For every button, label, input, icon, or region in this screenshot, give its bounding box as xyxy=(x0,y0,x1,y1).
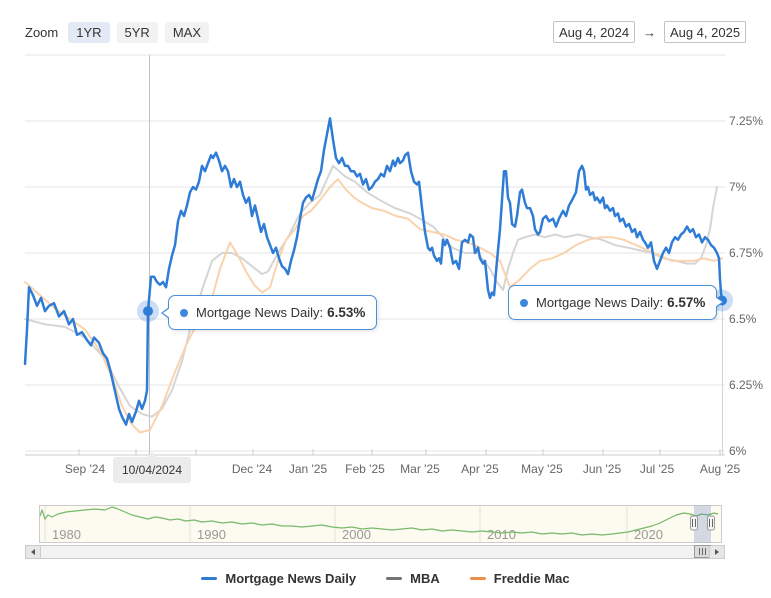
x-axis-label: May '25 xyxy=(521,462,563,476)
date-to-input[interactable] xyxy=(664,21,746,43)
tooltip-mortgage-news-daily-2: Mortgage News Daily: 6.57% xyxy=(508,285,725,320)
tooltip-mortgage-news-daily-1: Mortgage News Daily: 6.53% xyxy=(160,295,378,330)
y-axis-label: 6.25% xyxy=(729,378,763,392)
navigator-year-label: 1990 xyxy=(197,527,226,542)
right-arrow-icon xyxy=(715,549,719,555)
x-axis-label: Sep '24 xyxy=(65,462,106,476)
legend-line-icon xyxy=(201,577,218,580)
navigator-area[interactable] xyxy=(39,505,722,543)
legend-item-freddie-mac[interactable]: Freddie Mac xyxy=(469,571,570,586)
tooltip-series-dot-icon xyxy=(180,308,188,317)
date-range-arrow: → xyxy=(643,24,656,40)
y-axis-label: 6.5% xyxy=(729,312,757,326)
x-axis-label: Jun '25 xyxy=(583,462,622,476)
x-axis-label: Feb '25 xyxy=(345,462,385,476)
scrollbar-right-button[interactable] xyxy=(709,546,724,558)
chart-legend: Mortgage News Daily MBA Freddie Mac xyxy=(0,571,771,586)
zoom-button-max[interactable]: MAX xyxy=(164,21,209,43)
navigator-handle-left[interactable] xyxy=(690,515,698,531)
series-line-mortgage-news-daily xyxy=(23,117,724,426)
y-axis-label: 6% xyxy=(729,444,747,458)
mortgage-rates-chart-app: 7.25% 7% 6.75% 6.5% 6.25% 6% Sep '24 Dec '24 Jan… xyxy=(0,0,771,598)
x-axis-label: Apr '25 xyxy=(461,462,499,476)
navigator-year-label: 2010 xyxy=(487,527,516,542)
tooltip-series-dot-icon xyxy=(520,298,528,307)
zoom-range-buttons: 1YR 5YR MAX xyxy=(68,21,209,43)
legend-line-icon xyxy=(386,577,403,580)
crosshair-date-label: 10/04/2024 xyxy=(113,452,191,483)
y-axis-label: 6.75% xyxy=(729,246,763,260)
navigator-year-label: 1980 xyxy=(52,527,81,542)
toolbar: Zoom 1YR 5YR MAX → xyxy=(25,20,746,44)
legend-line-icon xyxy=(469,577,486,580)
legend-item-mortgage-news-daily[interactable]: Mortgage News Daily xyxy=(201,571,356,586)
zoom-button-5yr[interactable]: 5YR xyxy=(116,21,158,43)
tooltip-value: 6.53% xyxy=(327,305,366,320)
thumb-grip-icon xyxy=(702,548,703,555)
navigator-year-label: 2000 xyxy=(342,527,371,542)
zoom-label: Zoom xyxy=(25,24,59,40)
tooltip-label: Mortgage News Daily: xyxy=(196,305,324,320)
legend-label: Freddie Mac xyxy=(493,571,570,586)
tooltip-value: 6.57% xyxy=(667,295,706,310)
x-axis-label: Jul '25 xyxy=(640,462,675,476)
y-axis-label: 7.25% xyxy=(729,114,763,128)
left-arrow-icon xyxy=(31,549,35,555)
x-axis-label: Mar '25 xyxy=(400,462,440,476)
navigator-handle-right[interactable] xyxy=(707,515,715,531)
legend-label: Mortgage News Daily xyxy=(225,571,357,586)
x-axis-label: Aug '25 xyxy=(700,462,741,476)
zoom-button-1yr[interactable]: 1YR xyxy=(68,21,110,43)
legend-label: MBA xyxy=(410,571,440,586)
scrollbar-left-button[interactable] xyxy=(26,546,41,558)
x-axis-label: Jan '25 xyxy=(289,462,328,476)
navigator-scrollbar[interactable] xyxy=(25,545,725,559)
date-from-input[interactable] xyxy=(553,21,635,43)
tooltip-label: Mortgage News Daily: xyxy=(536,295,664,310)
legend-item-mba[interactable]: MBA xyxy=(386,571,440,586)
x-axis-label: Dec '24 xyxy=(232,462,273,476)
marker-point xyxy=(143,306,153,317)
y-axis-label: 7% xyxy=(729,180,747,194)
